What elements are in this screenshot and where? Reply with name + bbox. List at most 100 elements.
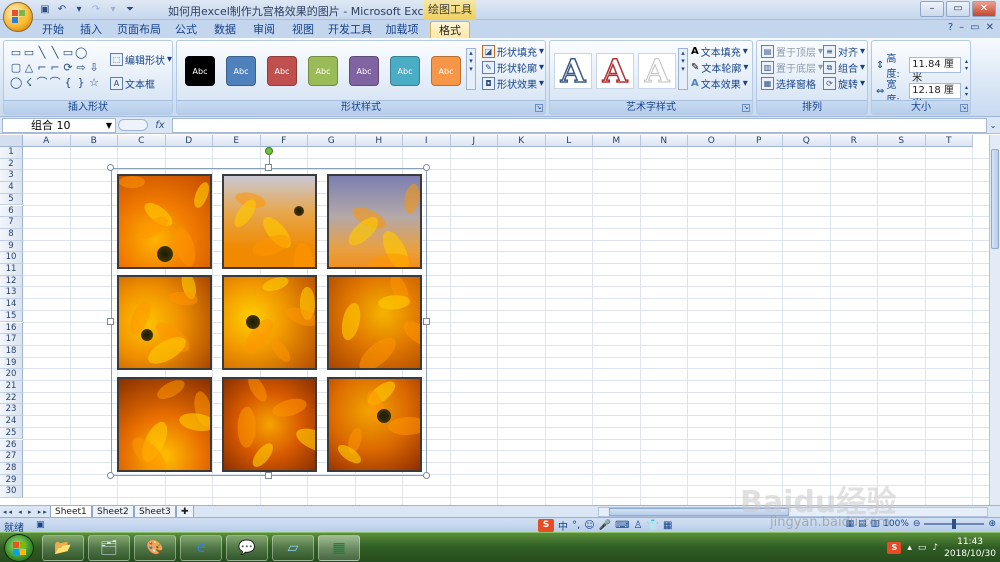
macro-record-icon[interactable]: ▣ [36, 520, 45, 530]
picture-tile[interactable] [222, 275, 317, 370]
shape-fill-button[interactable]: ◪ 形状填充 ▾ [482, 44, 544, 59]
row-header[interactable]: 29 [0, 474, 23, 487]
row-header[interactable]: 16 [0, 322, 23, 335]
send-to-back-button[interactable]: ▥ 置于底层 ▾ [761, 60, 823, 75]
tab-page-layout[interactable]: 页面布局 [115, 21, 163, 38]
tab-review[interactable]: 审阅 [249, 21, 279, 38]
punctuation-icon[interactable]: °, [572, 520, 580, 531]
clock[interactable]: 11:43 2018/10/30 [944, 536, 996, 560]
sogou-ime-icon[interactable]: S [538, 519, 554, 532]
undo-icon[interactable]: ↶ [55, 3, 69, 17]
resize-handle[interactable] [423, 318, 430, 325]
tab-data[interactable]: 数据 [210, 21, 240, 38]
shape-option-icon[interactable]: ▢ [10, 61, 22, 75]
tray-arrow-icon[interactable]: ▴ [907, 543, 912, 553]
column-header[interactable]: R [830, 135, 878, 147]
ime-mode[interactable]: 中 [558, 518, 568, 533]
selection-pane-button[interactable]: ▦ 选择窗格 [761, 76, 816, 91]
text-outline-button[interactable]: ✎ 文本轮廓 ▾ [691, 60, 748, 75]
wordart-launcher-icon[interactable]: ↘ [742, 104, 750, 112]
skin-icon[interactable]: 👕 [646, 520, 658, 531]
zoom-slider-knob[interactable] [952, 519, 957, 529]
toolbox-icon[interactable]: ▦ [663, 520, 672, 531]
restore-button[interactable]: ▭ [946, 1, 970, 17]
row-header[interactable]: 1 [0, 147, 23, 159]
shape-gallery[interactable]: ▭ ▭ ╲ ╲ ▭ ◯ ▢ △ ⌐ ⌐ ⟳ ⇨ ⇩ ◯ ☇ ⌒ ⌒{} ☆ [10, 46, 100, 90]
picture-tile[interactable] [327, 275, 422, 370]
doc-minimize-icon[interactable]: – [959, 22, 964, 33]
undo-dropdown-icon[interactable]: ▾ [72, 3, 86, 17]
width-input[interactable]: 12.18 厘米 [909, 83, 961, 110]
row-header[interactable]: 6 [0, 205, 23, 218]
row-header[interactable]: 9 [0, 240, 23, 253]
row-header[interactable]: 26 [0, 439, 23, 452]
resize-handle[interactable] [423, 472, 430, 479]
column-header[interactable]: T [925, 135, 973, 147]
row-header[interactable]: 13 [0, 287, 23, 300]
wordart-style-red[interactable]: A [596, 53, 634, 89]
row-header[interactable]: 8 [0, 228, 23, 241]
emoji-icon[interactable]: ☺ [584, 520, 594, 531]
row-header[interactable]: 28 [0, 462, 23, 475]
column-header[interactable]: Q [783, 135, 831, 147]
picture-tile[interactable] [327, 377, 422, 472]
customize-qat-icon[interactable]: ⏷ [123, 3, 137, 17]
shape-option-icon[interactable]: △ [23, 61, 35, 75]
shape-style-swatch[interactable]: Abc [308, 56, 338, 86]
ie-icon[interactable]: e [180, 535, 222, 561]
shape-option-icon[interactable]: ⌐ [49, 61, 61, 75]
column-header[interactable]: B [70, 135, 118, 147]
shape-option-icon[interactable]: ⟳ [62, 61, 74, 75]
shape-style-swatch[interactable]: Abc [390, 56, 420, 86]
row-header[interactable]: 3 [0, 170, 23, 183]
column-header[interactable]: I [403, 135, 451, 147]
align-button[interactable]: ≡ 对齐 ▾ [823, 44, 865, 59]
column-header[interactable]: P [735, 135, 783, 147]
tray-network-icon[interactable]: ▭ [918, 543, 927, 553]
height-spinner[interactable]: ▴ ▾ [963, 58, 970, 72]
shape-option-icon[interactable] [88, 46, 100, 60]
tab-developer[interactable]: 开发工具 [327, 21, 373, 38]
column-header[interactable]: D [165, 135, 213, 147]
row-header[interactable]: 17 [0, 334, 23, 346]
close-button[interactable]: ✕ [972, 1, 996, 17]
wordart-gallery-scroll[interactable]: ▴ ▾ ▾ [678, 48, 688, 90]
shape-outline-button[interactable]: ✎ 形状轮廓 ▾ [482, 60, 544, 75]
shape-option-icon[interactable]: ⌒ [49, 76, 61, 90]
row-header[interactable]: 14 [0, 299, 23, 311]
paint-icon[interactable]: 🎨 [134, 535, 176, 561]
shape-option-icon[interactable]: ⇩ [88, 61, 100, 75]
select-all-corner[interactable] [0, 135, 23, 147]
row-header[interactable]: 19 [0, 357, 23, 370]
column-header[interactable]: K [498, 135, 546, 147]
shape-option-icon[interactable]: ▭ [62, 46, 74, 60]
row-header[interactable]: 25 [0, 427, 23, 440]
tab-home[interactable]: 开始 [38, 21, 68, 38]
tray-sogou-icon[interactable]: S [887, 542, 902, 554]
shape-option-icon[interactable]: ⇨ [75, 61, 87, 75]
row-header[interactable]: 10 [0, 252, 23, 264]
tab-addins[interactable]: 加载项 [382, 21, 422, 38]
row-header[interactable]: 18 [0, 345, 23, 358]
resize-handle[interactable] [265, 472, 272, 479]
shape-option-icon[interactable]: ☇ [23, 76, 35, 90]
picture-tile[interactable] [222, 174, 317, 269]
row-header[interactable]: 20 [0, 369, 23, 381]
office-button[interactable] [3, 2, 33, 32]
column-header[interactable]: C [118, 135, 166, 147]
notepad-icon[interactable]: ▱ [272, 535, 314, 561]
shape-option-icon[interactable]: } [75, 76, 87, 90]
picture-tile[interactable] [117, 174, 212, 269]
column-header[interactable]: S [878, 135, 926, 147]
shape-style-swatch[interactable]: Abc [431, 56, 461, 86]
column-header[interactable]: G [308, 135, 356, 147]
zoom-in-icon[interactable]: ⊕ [988, 519, 996, 529]
save-icon[interactable]: ▣ [38, 3, 52, 17]
vertical-scrollbar[interactable] [989, 135, 1000, 505]
row-header[interactable]: 21 [0, 381, 23, 393]
doc-close-icon[interactable]: ✕ [986, 22, 994, 33]
excel-icon[interactable]: ▦ [318, 535, 360, 561]
column-header[interactable]: H [355, 135, 403, 147]
resize-handle[interactable] [423, 164, 430, 171]
shape-option-icon[interactable]: ╲ [49, 46, 61, 60]
